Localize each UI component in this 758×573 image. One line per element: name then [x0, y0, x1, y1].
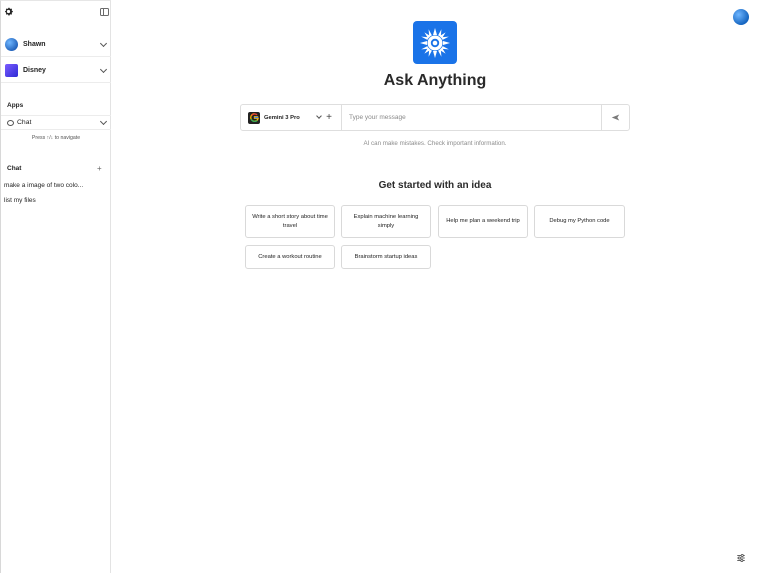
chat-section-title: Chat	[7, 165, 22, 172]
navigation-hint: Press ↑/↓ to navigate	[31, 135, 81, 141]
sidebar: Shawn Disney Apps Chat Press ↑/↓ to navi…	[0, 0, 111, 573]
chevron-down-icon	[99, 39, 108, 47]
idea-card[interactable]: Write a short story about time travel	[245, 205, 335, 238]
chevron-down-icon	[316, 113, 322, 119]
chevron-down-icon	[99, 117, 108, 125]
gear-icon[interactable]	[3, 6, 14, 17]
idea-card[interactable]: Debug my Python code	[534, 205, 625, 238]
send-button[interactable]	[601, 105, 629, 130]
settings-sliders-icon[interactable]	[736, 553, 746, 563]
idea-card[interactable]: Explain machine learning simply	[341, 205, 431, 238]
app-logo	[413, 21, 457, 64]
idea-card[interactable]: Help me plan a weekend trip	[438, 205, 528, 238]
page-title: Ask Anything	[383, 72, 487, 89]
add-attachment-plus-icon[interactable]: +	[326, 112, 332, 123]
chevron-down-icon	[99, 65, 108, 73]
apps-section-title: Apps	[7, 102, 24, 109]
model-name: Gemini 3 Pro	[264, 114, 300, 121]
sidebar-toggle-icon[interactable]	[100, 8, 109, 16]
workspace-name: Disney	[23, 67, 46, 74]
avatar	[5, 38, 18, 51]
workspace-switcher-disney[interactable]: Disney	[1, 59, 111, 83]
ai-disclaimer: AI can make mistakes. Check important in…	[363, 140, 507, 147]
app-selector[interactable]: Chat	[1, 115, 111, 130]
message-input[interactable]	[342, 105, 601, 130]
idea-card[interactable]: Create a workout routine	[245, 245, 335, 269]
idea-card[interactable]: Brainstorm startup ideas	[341, 245, 431, 269]
account-name: Shawn	[23, 41, 46, 48]
chat-history-item[interactable]: list my files	[4, 197, 36, 204]
account-switcher-shawn[interactable]: Shawn	[1, 33, 111, 57]
workspace-avatar	[5, 64, 18, 77]
new-chat-plus-icon[interactable]: +	[97, 164, 102, 173]
chat-bubble-icon	[7, 119, 14, 126]
sun-logo-icon	[420, 27, 450, 58]
message-composer: Gemini 3 Pro +	[240, 104, 630, 131]
chat-history-item[interactable]: make a image of two colo...	[4, 182, 83, 189]
send-icon	[611, 114, 620, 121]
app-selector-label: Chat	[17, 119, 32, 126]
ideas-heading: Get started with an idea	[378, 180, 492, 191]
model-selector[interactable]: Gemini 3 Pro +	[241, 105, 342, 130]
user-avatar[interactable]	[733, 9, 749, 25]
google-logo-icon	[248, 111, 260, 124]
